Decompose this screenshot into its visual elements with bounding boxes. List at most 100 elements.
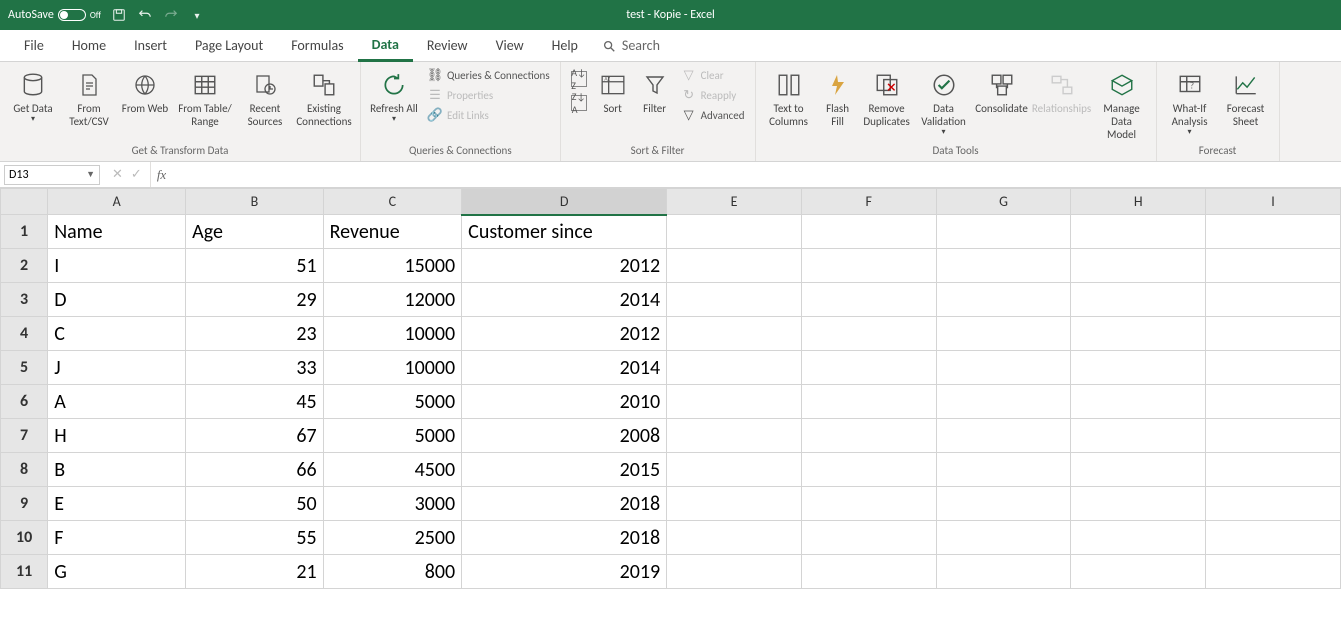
cell[interactable] xyxy=(1206,317,1341,351)
column-header-G[interactable]: G xyxy=(936,189,1071,215)
spreadsheet-grid[interactable]: ABCDEFGHI1NameAgeRevenueCustomer since2I… xyxy=(0,188,1341,589)
cell[interactable]: H xyxy=(48,419,186,453)
remove-duplicates-button[interactable]: Remove Duplicates xyxy=(860,66,914,130)
queries-connections-button[interactable]: ⛓Queries & Connections xyxy=(423,66,554,84)
cell[interactable]: 67 xyxy=(186,419,324,453)
cell[interactable] xyxy=(1071,385,1206,419)
cell[interactable]: G xyxy=(48,555,186,589)
tab-review[interactable]: Review xyxy=(413,31,482,60)
cell[interactable]: Customer since xyxy=(462,215,667,249)
cell[interactable] xyxy=(801,317,936,351)
cell[interactable] xyxy=(667,385,802,419)
cell[interactable]: 2010 xyxy=(462,385,667,419)
cell[interactable] xyxy=(936,555,1071,589)
cell[interactable]: E xyxy=(48,487,186,521)
row-header[interactable]: 5 xyxy=(1,351,48,385)
filter-button[interactable]: Filter xyxy=(635,66,675,117)
cell[interactable]: 29 xyxy=(186,283,324,317)
cell[interactable] xyxy=(1071,215,1206,249)
cell[interactable] xyxy=(667,317,802,351)
cell[interactable] xyxy=(801,555,936,589)
from-table-button[interactable]: From Table/ Range xyxy=(174,66,236,130)
text-to-columns-button[interactable]: Text to Columns xyxy=(762,66,816,130)
enter-icon[interactable]: ✓ xyxy=(131,167,142,182)
recent-sources-button[interactable]: Recent Sources xyxy=(238,66,292,130)
tab-page-layout[interactable]: Page Layout xyxy=(181,31,277,60)
cell[interactable] xyxy=(1071,453,1206,487)
cell[interactable] xyxy=(801,419,936,453)
save-icon[interactable] xyxy=(111,7,127,23)
cell[interactable]: 33 xyxy=(186,351,324,385)
cell[interactable] xyxy=(667,249,802,283)
column-header-E[interactable]: E xyxy=(667,189,802,215)
cell[interactable] xyxy=(936,453,1071,487)
cell[interactable]: 5000 xyxy=(323,419,462,453)
cell[interactable]: 10000 xyxy=(323,351,462,385)
cell[interactable] xyxy=(801,283,936,317)
qat-customize-icon[interactable]: ▾ xyxy=(189,7,205,23)
cell[interactable] xyxy=(1071,555,1206,589)
cell[interactable] xyxy=(1071,249,1206,283)
cell[interactable]: 3000 xyxy=(323,487,462,521)
formula-input[interactable] xyxy=(172,162,1341,187)
cell[interactable]: 21 xyxy=(186,555,324,589)
cell[interactable]: 51 xyxy=(186,249,324,283)
cell[interactable]: 15000 xyxy=(323,249,462,283)
select-all-corner[interactable] xyxy=(1,189,48,215)
cell[interactable]: 45 xyxy=(186,385,324,419)
cell[interactable] xyxy=(1071,351,1206,385)
row-header[interactable]: 2 xyxy=(1,249,48,283)
cell[interactable] xyxy=(667,215,802,249)
cell[interactable]: 2014 xyxy=(462,283,667,317)
fx-icon[interactable]: fx xyxy=(151,167,172,183)
cell[interactable] xyxy=(1206,453,1341,487)
column-header-C[interactable]: C xyxy=(323,189,462,215)
cell[interactable] xyxy=(1071,521,1206,555)
cell[interactable]: F xyxy=(48,521,186,555)
cell[interactable] xyxy=(667,419,802,453)
cell[interactable] xyxy=(667,453,802,487)
cell[interactable]: A xyxy=(48,385,186,419)
tab-view[interactable]: View xyxy=(482,31,538,60)
sort-button[interactable]: AZSort xyxy=(593,66,633,117)
cell[interactable]: 2018 xyxy=(462,521,667,555)
cell[interactable] xyxy=(667,555,802,589)
cell[interactable]: 2015 xyxy=(462,453,667,487)
cell[interactable] xyxy=(801,249,936,283)
cell[interactable] xyxy=(1206,351,1341,385)
column-header-H[interactable]: H xyxy=(1071,189,1206,215)
forecast-sheet-button[interactable]: Forecast Sheet xyxy=(1219,66,1273,130)
cell[interactable] xyxy=(936,351,1071,385)
column-header-D[interactable]: D xyxy=(462,189,667,215)
cell[interactable]: 10000 xyxy=(323,317,462,351)
cell[interactable]: Name xyxy=(48,215,186,249)
cell[interactable] xyxy=(936,317,1071,351)
cell[interactable] xyxy=(1206,215,1341,249)
cell[interactable] xyxy=(1206,283,1341,317)
row-header[interactable]: 4 xyxy=(1,317,48,351)
data-validation-button[interactable]: Data Validation▾ xyxy=(916,66,972,140)
cell[interactable] xyxy=(1206,521,1341,555)
cell[interactable]: Age xyxy=(186,215,324,249)
tab-help[interactable]: Help xyxy=(538,31,592,60)
column-header-F[interactable]: F xyxy=(801,189,936,215)
column-header-I[interactable]: I xyxy=(1206,189,1341,215)
cell[interactable] xyxy=(936,419,1071,453)
cell[interactable]: 2012 xyxy=(462,249,667,283)
cell[interactable]: 2019 xyxy=(462,555,667,589)
cell[interactable]: 4500 xyxy=(323,453,462,487)
cell[interactable] xyxy=(1206,385,1341,419)
cell[interactable] xyxy=(1206,555,1341,589)
cell[interactable] xyxy=(936,215,1071,249)
cell[interactable] xyxy=(1071,487,1206,521)
get-data-button[interactable]: Get Data▾ xyxy=(6,66,60,127)
cell[interactable]: 2008 xyxy=(462,419,667,453)
cell[interactable]: 2018 xyxy=(462,487,667,521)
tab-home[interactable]: Home xyxy=(58,31,120,60)
cell[interactable] xyxy=(1071,419,1206,453)
cell[interactable] xyxy=(936,385,1071,419)
cell[interactable] xyxy=(1206,487,1341,521)
tab-data[interactable]: Data xyxy=(358,30,413,62)
row-header[interactable]: 1 xyxy=(1,215,48,249)
cell[interactable]: D xyxy=(48,283,186,317)
